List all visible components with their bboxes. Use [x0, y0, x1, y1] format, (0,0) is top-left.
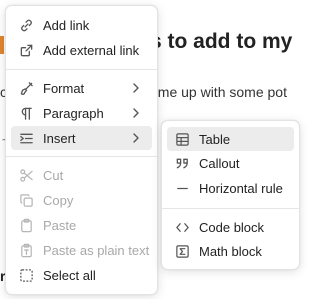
heading-marker	[0, 36, 4, 54]
menu-item-insert[interactable]: Insert	[11, 126, 152, 150]
quote-icon	[174, 155, 190, 171]
sigma-icon	[174, 243, 190, 259]
menu-item-paragraph[interactable]: Paragraph	[11, 101, 152, 125]
select-all-icon	[18, 267, 34, 283]
submenu-item-label: Horizontal rule	[199, 180, 283, 196]
paintbrush-icon	[18, 80, 34, 96]
menu-item-label: Insert	[43, 130, 76, 146]
insert-submenu: Table Callout Horizontal rule Code block…	[161, 120, 300, 270]
clipboard-icon	[18, 217, 34, 233]
menu-item-add-external-link[interactable]: Add external link	[11, 38, 152, 62]
submenu-item-table[interactable]: Table	[167, 127, 294, 151]
table-icon	[174, 131, 190, 147]
clipboard-type-icon	[18, 242, 34, 258]
submenu-item-horizontal-rule[interactable]: Horizontal rule	[167, 176, 294, 200]
submenu-item-label: Callout	[199, 155, 240, 171]
scissors-icon	[18, 167, 34, 183]
pilcrow-icon	[18, 105, 34, 121]
menu-item-format[interactable]: Format	[11, 76, 152, 100]
menu-item-label: Add link	[43, 17, 90, 33]
menu-separator	[6, 69, 157, 70]
submenu-separator	[162, 208, 299, 209]
document-paragraph: ome up with some pot	[150, 84, 287, 100]
submenu-item-label: Code block	[199, 219, 265, 235]
menu-item-label: Format	[43, 80, 85, 96]
menu-item-label: Paragraph	[43, 105, 104, 121]
code-icon	[174, 219, 190, 235]
submenu-item-label: Table	[199, 131, 231, 147]
chevron-right-icon	[129, 131, 143, 145]
chevron-right-icon	[129, 106, 143, 120]
menu-separator	[6, 156, 157, 157]
copy-icon	[18, 192, 34, 208]
submenu-item-code-block[interactable]: Code block	[167, 215, 294, 239]
link-icon	[18, 17, 34, 33]
menu-item-label: Select all	[43, 267, 96, 283]
menu-item-paste[interactable]: Paste	[11, 213, 152, 237]
menu-item-paste-plain-text[interactable]: Paste as plain text	[11, 238, 152, 262]
submenu-item-label: Math block	[199, 243, 262, 259]
menu-item-label: Paste as plain text	[43, 242, 150, 258]
submenu-item-math-block[interactable]: Math block	[167, 239, 294, 263]
menu-item-select-all[interactable]: Select all	[11, 263, 152, 287]
menu-item-add-link[interactable]: Add link	[11, 13, 152, 37]
menu-item-cut[interactable]: Cut	[11, 163, 152, 187]
indent-list-icon	[18, 130, 34, 146]
menu-item-label: Cut	[43, 167, 64, 183]
minus-icon	[174, 180, 190, 196]
menu-item-copy[interactable]: Copy	[11, 188, 152, 212]
menu-item-label: Add external link	[43, 42, 140, 58]
menu-item-label: Copy	[43, 192, 74, 208]
chevron-right-icon	[129, 81, 143, 95]
menu-item-label: Paste	[43, 217, 77, 233]
context-menu: Add link Add external link Format Paragr…	[5, 5, 158, 295]
submenu-item-callout[interactable]: Callout	[167, 151, 294, 175]
external-link-icon	[18, 42, 34, 58]
document-heading: s to add to my	[150, 30, 293, 53]
